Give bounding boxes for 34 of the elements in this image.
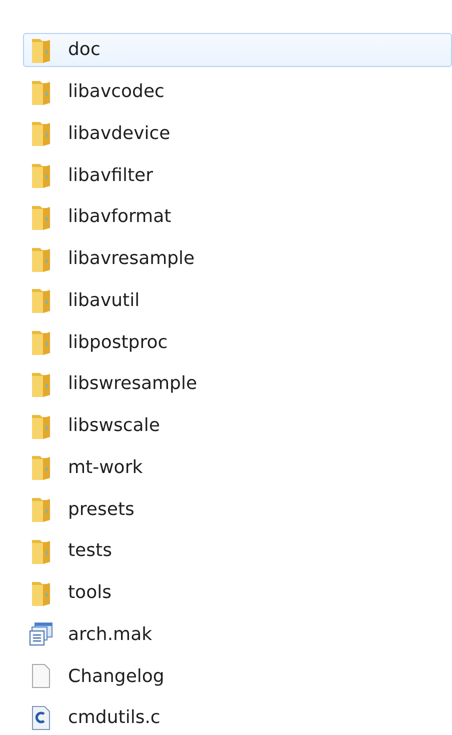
folder-icon — [30, 412, 52, 439]
c-document-icon — [31, 706, 51, 730]
file-list-item[interactable]: libavcodec — [23, 74, 452, 109]
file-list-item[interactable]: libavresample — [23, 242, 452, 276]
folder-icon — [30, 162, 52, 188]
file-list-item[interactable]: libswresample — [23, 366, 452, 401]
file-list-item[interactable]: libavfilter — [23, 158, 452, 192]
folder-icon — [30, 246, 52, 272]
file-list-item[interactable]: tests — [23, 534, 452, 568]
folder-icon — [30, 580, 52, 606]
blank-document-icon — [31, 664, 51, 688]
file-list-item[interactable]: libswscale — [23, 408, 452, 443]
folder-icon — [30, 538, 52, 564]
file-list-item[interactable]: doc — [23, 32, 452, 67]
folder-icon — [30, 287, 52, 314]
file-list-item[interactable]: tools — [23, 576, 452, 610]
file-list-item[interactable]: libpostproc — [23, 325, 452, 360]
windows-stack-icon — [29, 622, 53, 646]
folder-icon — [30, 78, 52, 105]
file-list-item[interactable]: arch.mak — [23, 617, 452, 652]
file-list-item[interactable]: mt-work — [23, 450, 452, 484]
folder-icon — [30, 204, 52, 230]
file-list-item[interactable]: Changelog — [23, 659, 452, 694]
folder-icon — [30, 329, 52, 356]
file-list-item[interactable]: libavdevice — [23, 116, 452, 150]
folder-icon — [30, 36, 52, 63]
file-list-item[interactable]: cmdutils.c — [23, 700, 452, 735]
folder-icon — [30, 454, 52, 480]
file-list-item[interactable]: libavformat — [23, 200, 452, 234]
folder-icon — [30, 370, 52, 397]
folder-icon — [30, 496, 52, 522]
file-list-item[interactable]: presets — [23, 492, 452, 526]
file-list-item[interactable]: libavutil — [23, 283, 452, 318]
folder-icon — [30, 120, 52, 146]
